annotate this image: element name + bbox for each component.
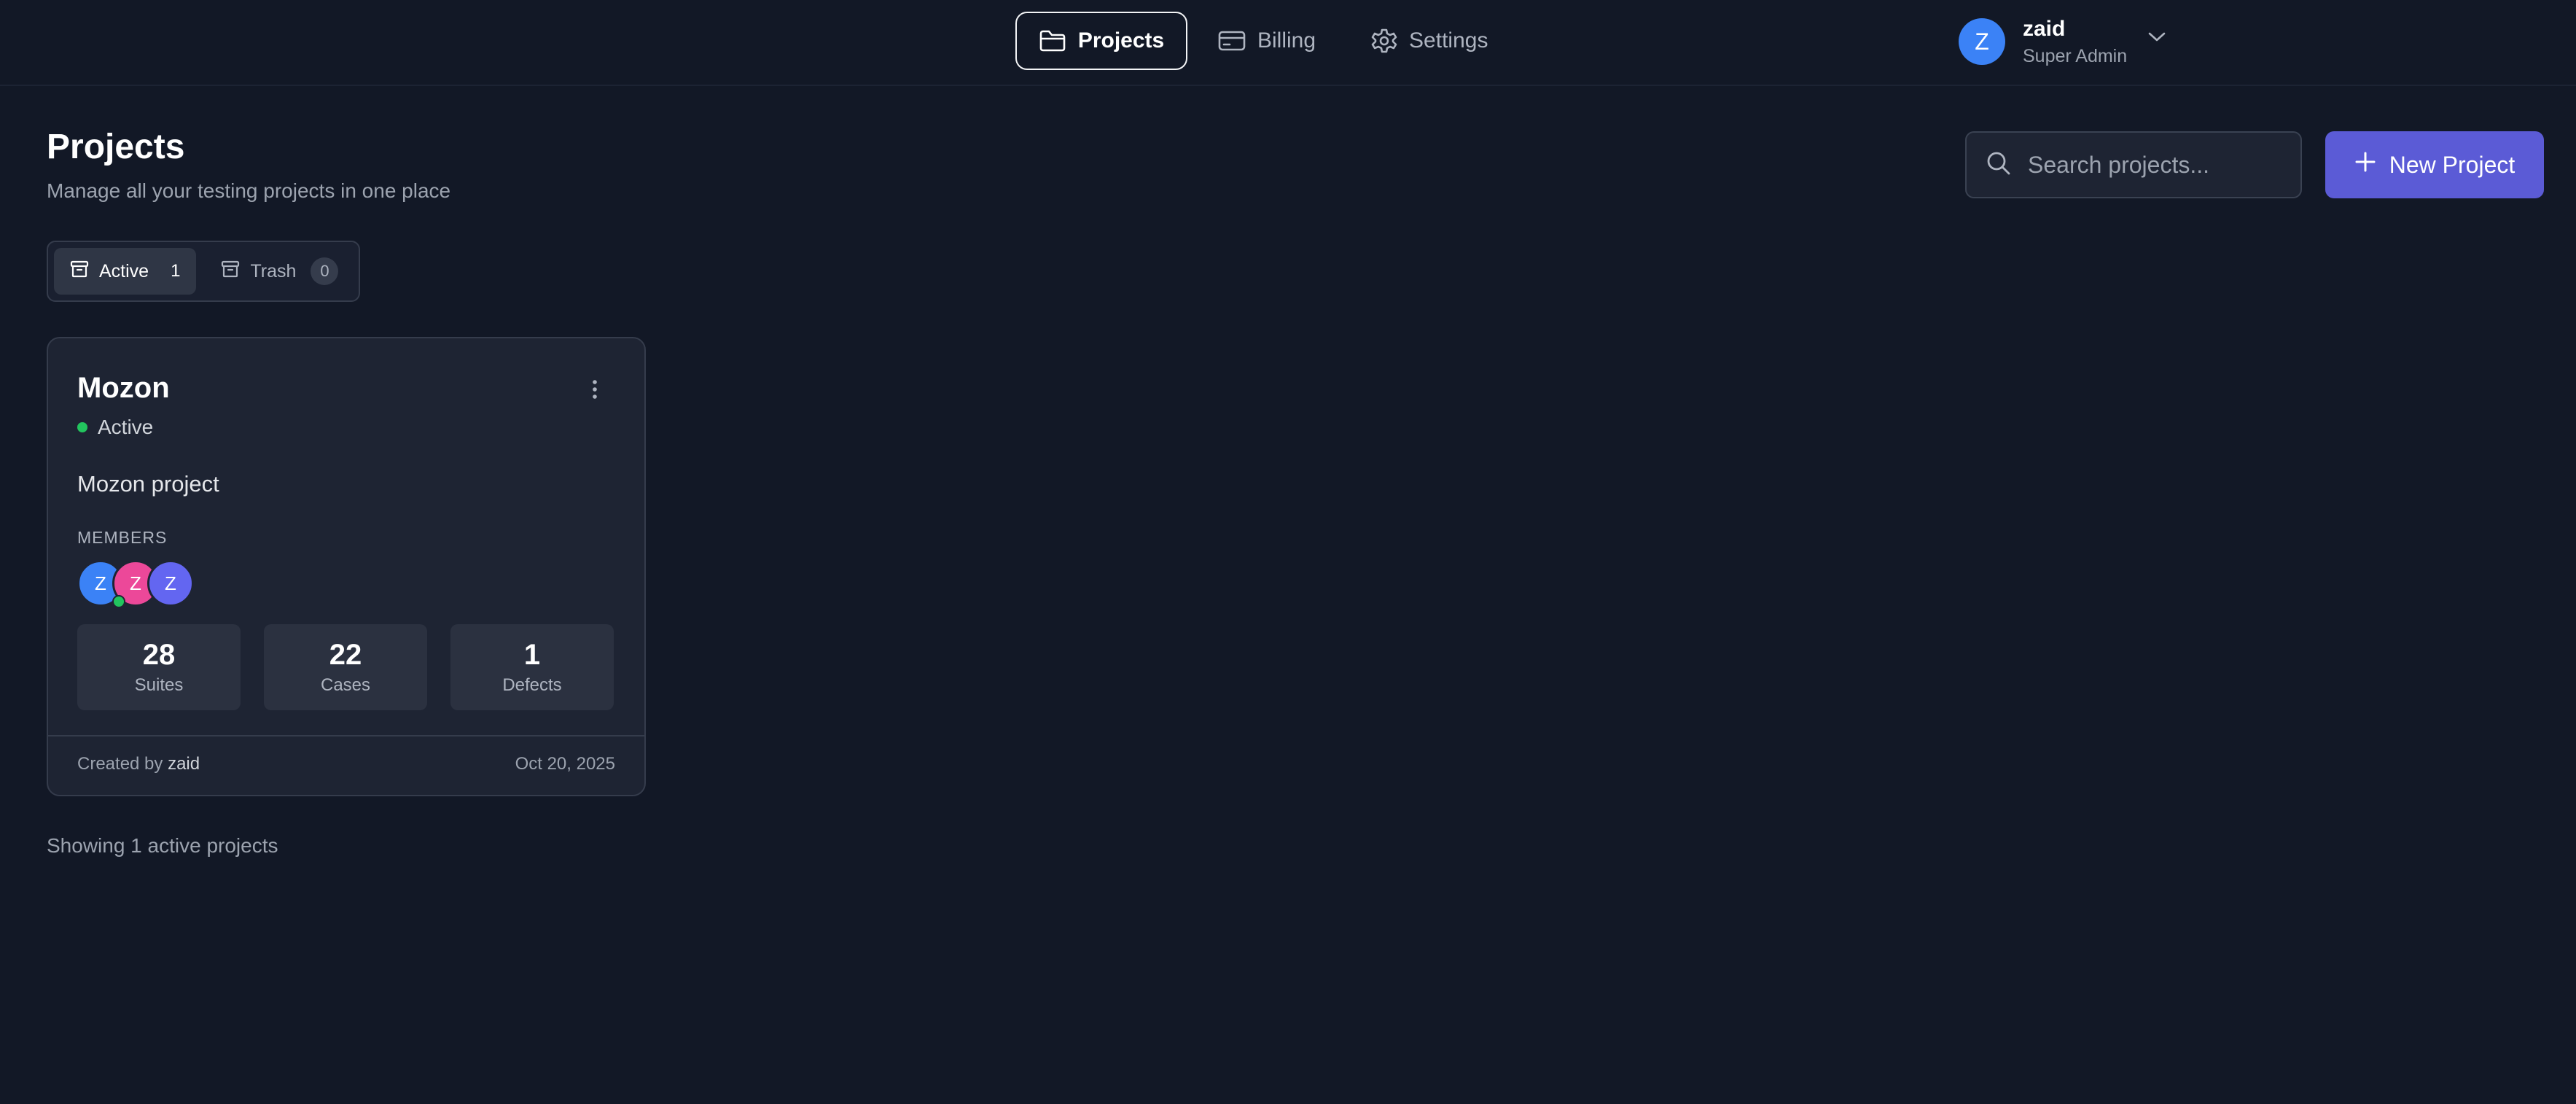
trash-box-icon <box>221 260 240 283</box>
created-date: Oct 20, 2025 <box>515 754 615 774</box>
nav-label: Projects <box>1077 28 1165 53</box>
project-stats: 28 Suites 22 Cases 1 Defects <box>77 624 614 710</box>
results-count: Showing 1 active projects <box>47 834 278 857</box>
stat-value: 28 <box>142 639 176 671</box>
stat-value: 1 <box>523 639 541 671</box>
nav-item-billing[interactable]: Billing <box>1193 12 1340 70</box>
status-label: Active <box>98 416 154 438</box>
top-navigation: Projects Billing Settings Z zaid Super A… <box>0 0 2576 86</box>
stat-cases: 22 Cases <box>264 624 427 710</box>
nav-label: Settings <box>1409 28 1488 53</box>
project-tabs: Active 1 Trash 0 <box>47 241 360 302</box>
new-project-label: New Project <box>2389 151 2515 178</box>
status-dot <box>77 422 87 432</box>
stat-defects: 1 Defects <box>450 624 614 710</box>
tab-trash[interactable]: Trash 0 <box>205 248 354 295</box>
members-label: MEMBERS <box>77 528 168 547</box>
user-menu[interactable]: Z zaid Super Admin <box>1959 16 2166 67</box>
tab-count-badge: 0 <box>311 257 339 285</box>
created-by: Created by zaid <box>77 754 200 774</box>
card-divider <box>48 735 644 736</box>
nav-item-settings[interactable]: Settings <box>1346 12 1513 70</box>
user-info: zaid Super Admin <box>2023 16 2127 67</box>
status-badge: Active <box>77 416 153 439</box>
credit-card-icon <box>1218 30 1246 52</box>
tab-label: Active <box>99 260 149 281</box>
member-avatars: Z Z Z <box>77 560 223 608</box>
page-title: Projects <box>47 128 185 166</box>
avatar: Z <box>1959 18 2005 65</box>
member-avatar[interactable]: Z <box>147 560 194 607</box>
stat-label: Defects <box>502 675 562 695</box>
main-nav: Projects Billing Settings <box>1015 10 1513 71</box>
nav-item-projects[interactable]: Projects <box>1015 12 1187 70</box>
project-description: Mozon project <box>77 471 219 497</box>
gear-icon <box>1371 28 1397 54</box>
tab-label: Trash <box>250 260 297 281</box>
stat-label: Cases <box>320 675 371 695</box>
page-subtitle: Manage all your testing projects in one … <box>47 179 451 202</box>
new-project-button[interactable]: New Project <box>2325 131 2544 198</box>
folder-icon <box>1039 29 1066 53</box>
tab-count: 1 <box>171 261 181 281</box>
project-name: Mozon <box>77 372 170 404</box>
stat-value: 22 <box>329 639 362 671</box>
nav-label: Billing <box>1257 28 1316 53</box>
stat-label: Suites <box>134 675 184 695</box>
projects-page: Projects Billing Settings Z zaid Super A… <box>0 0 2576 1104</box>
user-name: zaid <box>2023 17 2066 41</box>
user-role: Super Admin <box>2023 46 2128 66</box>
created-prefix: Created by <box>77 754 163 774</box>
archive-icon <box>70 260 89 283</box>
project-card[interactable]: Mozon Active Mozon project MEMBERS Z Z Z… <box>47 337 646 796</box>
stat-suites: 28 Suites <box>77 624 241 710</box>
online-indicator <box>112 595 125 608</box>
tab-active[interactable]: Active 1 <box>54 248 197 295</box>
chevron-down-icon[interactable] <box>2147 31 2166 47</box>
creator-name: zaid <box>168 754 200 774</box>
plus-icon <box>2354 151 2376 179</box>
search-box[interactable] <box>1965 131 2302 198</box>
search-input[interactable] <box>2026 150 2292 179</box>
search-icon <box>1986 150 2012 180</box>
more-vertical-icon[interactable] <box>580 375 609 404</box>
